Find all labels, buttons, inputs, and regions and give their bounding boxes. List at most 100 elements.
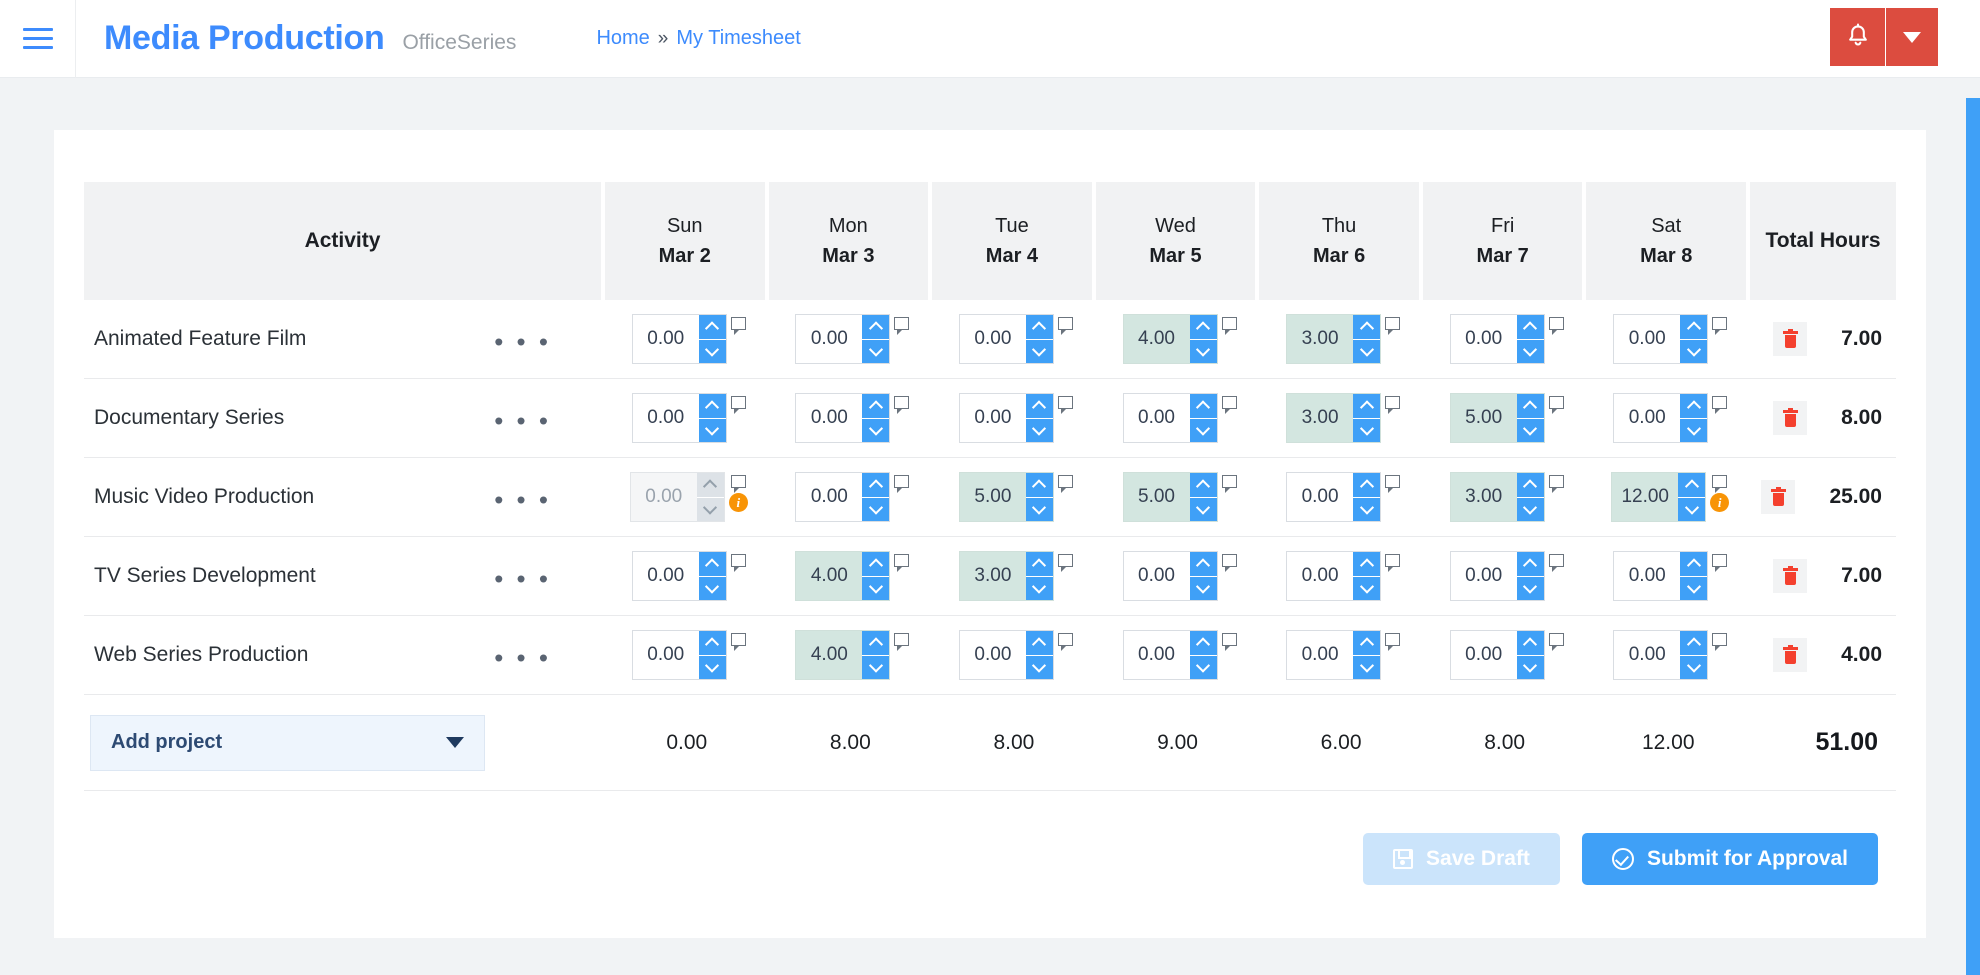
stepper-down-button[interactable] — [862, 497, 890, 521]
comment-flag-icon[interactable] — [894, 317, 910, 335]
page-scrollbar[interactable] — [1966, 98, 1980, 975]
stepper-down-button[interactable] — [698, 655, 726, 679]
hours-stepper[interactable] — [698, 394, 726, 442]
hours-stepper[interactable] — [1680, 631, 1708, 679]
stepper-down-button[interactable] — [696, 497, 724, 521]
stepper-down-button[interactable] — [1025, 497, 1053, 521]
stepper-down-button[interactable] — [1680, 418, 1708, 442]
hours-input[interactable]: 0.00 — [1451, 552, 1517, 600]
hours-input[interactable]: 0.00 — [960, 631, 1026, 679]
hours-input[interactable]: 4.00 — [796, 631, 862, 679]
hours-input-group[interactable]: 0.00 — [1449, 630, 1545, 680]
stepper-up-button[interactable] — [1678, 473, 1706, 498]
hours-stepper[interactable] — [1025, 473, 1053, 521]
hours-input-group[interactable]: 0.00 — [958, 393, 1054, 443]
comment-flag-icon[interactable] — [730, 396, 746, 414]
stepper-up-button[interactable] — [1516, 394, 1544, 419]
stepper-down-button[interactable] — [1189, 339, 1217, 363]
hours-stepper[interactable] — [696, 473, 724, 521]
stepper-down-button[interactable] — [698, 418, 726, 442]
hours-input[interactable]: 0.00 — [960, 315, 1026, 363]
stepper-down-button[interactable] — [1189, 576, 1217, 600]
hours-input-group[interactable]: 5.00 — [1449, 393, 1545, 443]
stepper-up-button[interactable] — [1516, 315, 1544, 340]
stepper-down-button[interactable] — [862, 576, 890, 600]
hours-input[interactable]: 0.00 — [1614, 315, 1680, 363]
hours-stepper[interactable] — [1516, 552, 1544, 600]
hours-input[interactable]: 0.00 — [1451, 631, 1517, 679]
stepper-down-button[interactable] — [862, 339, 890, 363]
stepper-up-button[interactable] — [1025, 631, 1053, 656]
comment-flag-icon[interactable] — [1385, 475, 1401, 493]
hours-input-group[interactable]: 0.00 — [1613, 551, 1709, 601]
stepper-up-button[interactable] — [1516, 631, 1544, 656]
submit-for-approval-button[interactable]: Submit for Approval — [1581, 833, 1878, 885]
save-draft-button[interactable]: Save Draft — [1363, 833, 1560, 885]
hours-input-group[interactable]: 3.00 — [1449, 472, 1545, 522]
hours-input-group[interactable]: 0.00 — [1286, 472, 1382, 522]
hours-input-group[interactable]: 4.00 — [1122, 314, 1218, 364]
stepper-down-button[interactable] — [1353, 576, 1381, 600]
hours-input-group[interactable]: 0.00 — [1613, 314, 1709, 364]
hours-input[interactable]: 5.00 — [960, 473, 1026, 521]
hours-stepper[interactable] — [862, 631, 890, 679]
hours-input[interactable]: 0.00 — [1451, 315, 1517, 363]
hours-stepper[interactable] — [862, 552, 890, 600]
hours-stepper[interactable] — [698, 552, 726, 600]
hours-stepper[interactable] — [1025, 315, 1053, 363]
hours-input[interactable]: 0.00 — [633, 631, 699, 679]
hours-input-group[interactable]: 0.00 — [1286, 630, 1382, 680]
stepper-down-button[interactable] — [1353, 339, 1381, 363]
comment-flag-icon[interactable] — [1057, 475, 1073, 493]
hours-input-group[interactable]: 0.00 — [629, 472, 725, 522]
stepper-up-button[interactable] — [1680, 394, 1708, 419]
row-options-menu[interactable]: • • • — [494, 487, 551, 513]
hours-input[interactable]: 0.00 — [631, 473, 697, 521]
hours-input[interactable]: 0.00 — [633, 552, 699, 600]
hours-stepper[interactable] — [1189, 315, 1217, 363]
hours-input[interactable]: 4.00 — [1124, 315, 1190, 363]
row-options-menu[interactable]: • • • — [494, 329, 551, 355]
hours-stepper[interactable] — [1678, 473, 1706, 521]
hours-input[interactable]: 0.00 — [1124, 552, 1190, 600]
info-icon[interactable]: i — [1710, 493, 1730, 512]
add-project-dropdown[interactable]: Add project — [90, 714, 485, 771]
stepper-down-button[interactable] — [1189, 418, 1217, 442]
stepper-up-button[interactable] — [1189, 315, 1217, 340]
hours-stepper[interactable] — [1025, 394, 1053, 442]
hours-stepper[interactable] — [1516, 394, 1544, 442]
hours-input-group[interactable]: 4.00 — [795, 630, 891, 680]
row-options-menu[interactable]: • • • — [494, 645, 551, 671]
delete-row-button[interactable] — [1761, 480, 1796, 514]
hours-input-group[interactable]: 12.00 — [1611, 472, 1707, 522]
breadcrumb-home-link[interactable]: Home — [596, 27, 649, 50]
hours-input[interactable]: 0.00 — [1614, 631, 1680, 679]
hours-stepper[interactable] — [1516, 315, 1544, 363]
hours-input[interactable]: 0.00 — [796, 315, 862, 363]
stepper-up-button[interactable] — [696, 473, 724, 498]
hours-input-group[interactable]: 0.00 — [1122, 393, 1218, 443]
stepper-up-button[interactable] — [1353, 552, 1381, 577]
delete-row-button[interactable] — [1773, 401, 1808, 435]
hours-input-group[interactable]: 0.00 — [1122, 630, 1218, 680]
stepper-up-button[interactable] — [698, 552, 726, 577]
comment-flag-icon[interactable] — [730, 317, 746, 335]
comment-flag-icon[interactable] — [1057, 633, 1073, 651]
comment-flag-icon[interactable] — [1712, 475, 1728, 493]
hours-input[interactable]: 0.00 — [1614, 552, 1680, 600]
hours-stepper[interactable] — [698, 315, 726, 363]
stepper-down-button[interactable] — [862, 418, 890, 442]
stepper-down-button[interactable] — [698, 339, 726, 363]
stepper-up-button[interactable] — [862, 552, 890, 577]
notifications-button[interactable] — [1830, 8, 1886, 66]
hours-input-group[interactable]: 0.00 — [958, 630, 1054, 680]
hours-stepper[interactable] — [1189, 631, 1217, 679]
hours-stepper[interactable] — [1353, 315, 1381, 363]
stepper-up-button[interactable] — [1189, 473, 1217, 498]
delete-row-button[interactable] — [1773, 322, 1808, 356]
comment-flag-icon[interactable] — [894, 475, 910, 493]
stepper-down-button[interactable] — [698, 576, 726, 600]
row-options-menu[interactable]: • • • — [494, 566, 551, 592]
comment-flag-icon[interactable] — [1548, 396, 1564, 414]
comment-flag-icon[interactable] — [1057, 554, 1073, 572]
